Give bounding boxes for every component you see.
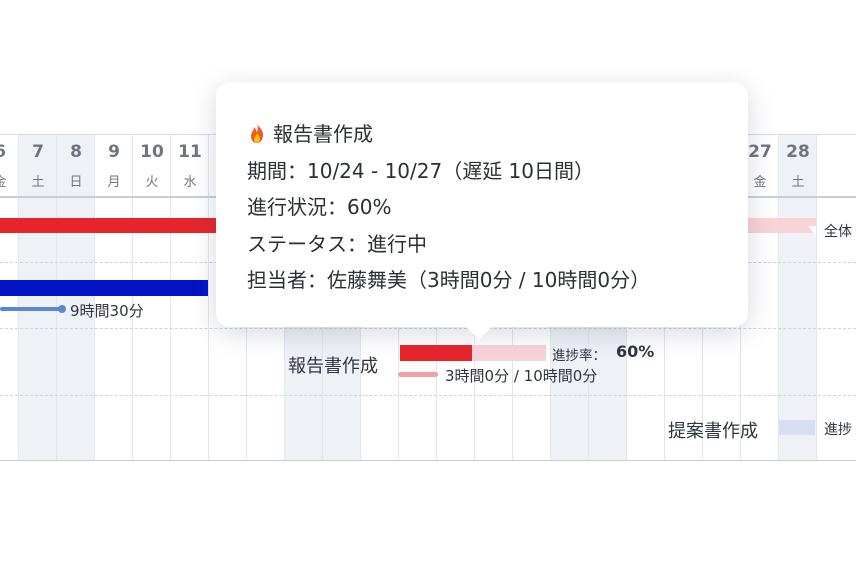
row-divider (0, 328, 856, 329)
overall-remaining-bar[interactable] (746, 218, 816, 233)
gantt-chart: 6金7土8日9月10火11水26木27金28土 全体 9時間30分 報告書作成 … (0, 0, 856, 570)
row-divider (0, 395, 856, 396)
tooltip-assignee: 担当者：佐藤舞美（3時間0分 / 10時間0分） (247, 268, 651, 292)
day-weekday: 火 (145, 175, 159, 190)
day-number: 8 (70, 142, 82, 162)
tooltip-status: ステータス：進行中 (247, 231, 427, 256)
tooltip-title: 報告書作成 (273, 122, 373, 146)
report-progress-value: 60% (616, 342, 655, 361)
day-number: 7 (32, 142, 44, 162)
task-time-bar-end (58, 305, 66, 313)
tooltip-title-line: 報告書作成 (247, 116, 748, 153)
report-remaining-bar[interactable] (472, 345, 546, 361)
proposal-progress-label: 進捗 (824, 422, 852, 438)
day-weekday: 土 (791, 175, 805, 190)
task-tooltip: 報告書作成 期間：10/24 - 10/27（遅延 10日間） 進行状況：60%… (216, 82, 748, 340)
fire-icon (251, 123, 263, 143)
overall-label: 全体 (824, 224, 852, 240)
task-bar[interactable] (0, 280, 208, 296)
day-number: 10 (140, 142, 164, 162)
report-task-label[interactable]: 報告書作成 (288, 352, 378, 378)
day-number: 6 (0, 142, 19, 162)
day-number: 28 (786, 142, 810, 162)
row-divider (0, 460, 856, 461)
report-progress-bar[interactable] (400, 345, 472, 361)
day-weekday: 水 (183, 175, 197, 190)
report-time-text: 3時間0分 / 10時間0分 (445, 367, 598, 385)
report-progress-label: 進捗率： (552, 348, 606, 364)
day-number: 11 (178, 142, 202, 162)
task-time-bar (0, 307, 62, 311)
day-weekday: 月 (107, 175, 121, 190)
overall-progress-bar[interactable] (0, 218, 230, 233)
proposal-task-label[interactable]: 提案書作成 (668, 417, 758, 443)
report-time-bar (398, 372, 438, 377)
overall-bar-end-marker (808, 226, 816, 236)
day-weekday: 金 (0, 171, 19, 190)
day-number: 9 (108, 142, 120, 162)
day-weekday: 土 (31, 175, 45, 190)
task-time-text: 9時間30分 (70, 302, 144, 320)
tooltip-progress: 進行状況：60% (247, 195, 392, 219)
tooltip-period: 期間：10/24 - 10/27（遅延 10日間） (247, 158, 595, 183)
day-weekday: 日 (69, 175, 83, 190)
proposal-bar[interactable] (779, 420, 815, 435)
